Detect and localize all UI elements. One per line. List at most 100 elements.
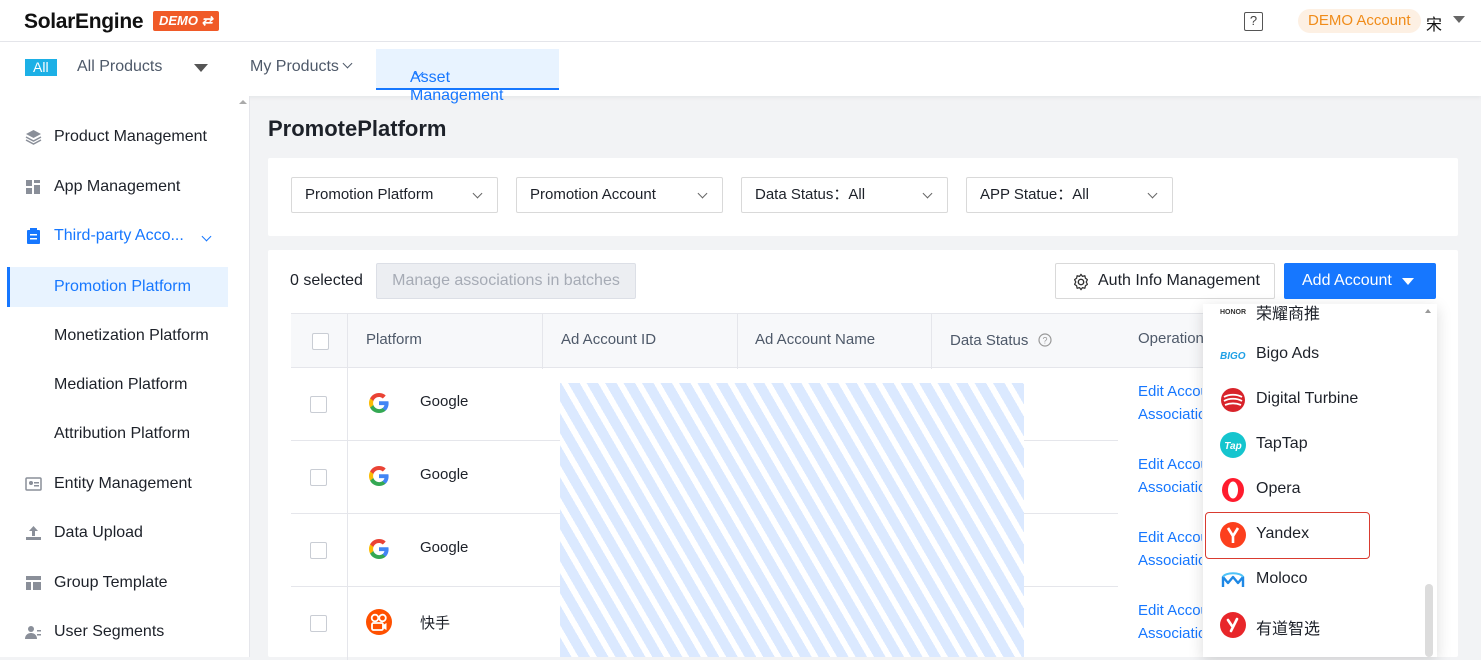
associations-link[interactable]: Associations bbox=[1138, 403, 1202, 426]
chevron-down-icon bbox=[697, 188, 708, 199]
sidebar-item-entity-management[interactable]: Entity Management bbox=[0, 464, 228, 504]
id-card-icon bbox=[25, 477, 42, 491]
associations-link[interactable]: Associations bbox=[1138, 476, 1202, 499]
gear-icon bbox=[1073, 273, 1089, 291]
demo-account-badge[interactable]: DEMO Account bbox=[1298, 9, 1421, 33]
column-header-ad-account-id: Ad Account ID bbox=[561, 331, 657, 348]
sidebar-item-monetization-platform[interactable]: Monetization Platform bbox=[7, 316, 228, 356]
sidebar-item-promotion-platform[interactable]: Promotion Platform bbox=[7, 267, 228, 307]
row-checkbox[interactable] bbox=[310, 615, 327, 632]
sidebar-scroll-up-icon[interactable] bbox=[239, 100, 247, 104]
help-icon[interactable]: ? bbox=[1244, 12, 1263, 31]
associations-link[interactable]: Associations bbox=[1138, 549, 1202, 572]
nav-asset-management[interactable]: Asset Management bbox=[376, 49, 559, 104]
dropdown-scroll-up-icon[interactable] bbox=[1425, 309, 1431, 313]
google-icon bbox=[369, 393, 389, 413]
dropdown-scrollbar[interactable] bbox=[1425, 584, 1433, 657]
nav-my-products[interactable]: My Products bbox=[250, 58, 353, 76]
associations-link[interactable]: Associations bbox=[1138, 622, 1202, 645]
chevron-down-icon bbox=[342, 58, 353, 69]
dropdown-item-honor[interactable]: HONOR 荣耀商推 bbox=[1203, 304, 1437, 333]
kuaishou-icon bbox=[366, 609, 392, 635]
manage-associations-batch-button[interactable]: Manage associations in batches bbox=[376, 263, 636, 299]
all-tag[interactable]: All bbox=[25, 59, 57, 76]
add-account-button[interactable]: Add Account bbox=[1284, 263, 1436, 299]
app-logo[interactable]: SolarEngine bbox=[24, 10, 144, 34]
question-circle-icon[interactable]: ? bbox=[1037, 333, 1052, 347]
select-all-checkbox[interactable] bbox=[312, 333, 329, 350]
column-header-ad-account-name: Ad Account Name bbox=[755, 331, 876, 348]
sidebar-item-product-management[interactable]: Product Management bbox=[0, 117, 228, 157]
row-checkbox[interactable] bbox=[310, 469, 327, 486]
operation-column: Operation Edit Account Associations Edit… bbox=[1118, 313, 1204, 657]
column-header-operation: Operation bbox=[1138, 330, 1204, 347]
chevron-down-icon bbox=[922, 188, 933, 199]
column-divider bbox=[347, 441, 348, 514]
table-header: Platform Ad Account ID Ad Account Name D… bbox=[291, 313, 1121, 369]
taptap-icon: Tap bbox=[1220, 432, 1246, 458]
google-icon bbox=[369, 466, 389, 486]
product-nav-bar: All All Products My Products Asset Manag… bbox=[0, 42, 1481, 104]
yandex-highlight-box bbox=[1205, 512, 1370, 559]
data-status-select[interactable]: Data Status：All bbox=[741, 177, 948, 213]
sidebar-item-attribution-platform[interactable]: Attribution Platform bbox=[7, 414, 228, 454]
redacted-account-data bbox=[560, 383, 1024, 657]
chevron-down-icon bbox=[472, 188, 483, 199]
upload-icon bbox=[26, 526, 41, 540]
app-status-select[interactable]: APP Statue：All bbox=[966, 177, 1173, 213]
sidebar: Product Management App Management Third-… bbox=[0, 96, 250, 657]
dropdown-item-opera[interactable]: Opera bbox=[1203, 468, 1437, 513]
dropdown-item-bigo-ads[interactable]: BIGO Bigo Ads bbox=[1203, 333, 1437, 378]
dropdown-item-youdao[interactable]: 有道智选 bbox=[1203, 603, 1437, 648]
sidebar-item-app-management[interactable]: App Management bbox=[0, 167, 228, 207]
top-bar: SolarEngine DEMO ⇄ ? DEMO Account 宋 bbox=[0, 0, 1481, 42]
dropdown-item-taptap[interactable]: Tap TapTap bbox=[1203, 423, 1437, 468]
platform-name: 快手 bbox=[420, 615, 451, 632]
sidebar-item-group-template[interactable]: Group Template bbox=[0, 563, 228, 603]
platform-name: Google bbox=[420, 539, 469, 556]
user-menu-caret-icon[interactable] bbox=[1453, 16, 1465, 23]
row-checkbox[interactable] bbox=[310, 396, 327, 413]
svg-text:HONOR: HONOR bbox=[1220, 309, 1246, 316]
svg-text:BIGO: BIGO bbox=[1220, 351, 1246, 362]
demo-switch-badge[interactable]: DEMO ⇄ bbox=[153, 11, 219, 31]
chevron-down-icon bbox=[201, 231, 212, 242]
user-avatar[interactable]: 宋 bbox=[1426, 11, 1442, 35]
column-divider bbox=[347, 587, 348, 660]
all-products-caret-icon[interactable] bbox=[194, 64, 208, 72]
all-products-select[interactable]: All Products bbox=[77, 58, 162, 76]
users-icon bbox=[25, 626, 41, 639]
page-title: PromotePlatform bbox=[268, 116, 447, 141]
column-header-platform: Platform bbox=[366, 331, 422, 348]
template-icon bbox=[26, 576, 41, 590]
edit-account-link[interactable]: Edit Account bbox=[1138, 453, 1202, 476]
promotion-platform-select[interactable]: Promotion Platform bbox=[291, 177, 498, 213]
sidebar-item-user-segments[interactable]: User Segments bbox=[0, 612, 228, 652]
dropdown-item-moloco[interactable]: Moloco bbox=[1203, 558, 1437, 603]
bigo-icon: BIGO bbox=[1220, 351, 1246, 362]
promotion-account-select[interactable]: Promotion Account bbox=[516, 177, 723, 213]
filter-card: Promotion Platform Promotion Account Dat… bbox=[268, 158, 1458, 236]
platform-name: Google bbox=[420, 466, 469, 483]
column-divider bbox=[931, 314, 932, 369]
edit-account-link[interactable]: Edit Account bbox=[1138, 599, 1202, 622]
edit-account-link[interactable]: Edit Account bbox=[1138, 380, 1202, 403]
svg-text:Tap: Tap bbox=[1224, 441, 1241, 452]
dropdown-item-digital-turbine[interactable]: Digital Turbine bbox=[1203, 378, 1437, 423]
caret-down-icon bbox=[1402, 278, 1414, 285]
opera-icon bbox=[1222, 478, 1244, 502]
column-divider bbox=[542, 314, 543, 369]
column-divider bbox=[347, 514, 348, 587]
chevron-down-icon bbox=[1147, 188, 1158, 199]
column-divider bbox=[347, 368, 348, 441]
edit-account-link[interactable]: Edit Account bbox=[1138, 526, 1202, 549]
sidebar-item-third-party-accounts[interactable]: Third-party Acco... bbox=[0, 216, 228, 256]
sidebar-item-mediation-platform[interactable]: Mediation Platform bbox=[7, 365, 228, 405]
column-header-data-status: Data Status ? bbox=[950, 331, 1052, 349]
row-checkbox[interactable] bbox=[310, 542, 327, 559]
sidebar-item-data-upload[interactable]: Data Upload bbox=[0, 513, 228, 553]
grid-icon bbox=[26, 180, 40, 194]
add-account-platform-dropdown: HONOR 荣耀商推 BIGO Bigo Ads Digital Turbine… bbox=[1203, 304, 1437, 657]
auth-info-management-button[interactable]: Auth Info Management bbox=[1055, 263, 1275, 299]
platform-name: Google bbox=[420, 393, 469, 410]
